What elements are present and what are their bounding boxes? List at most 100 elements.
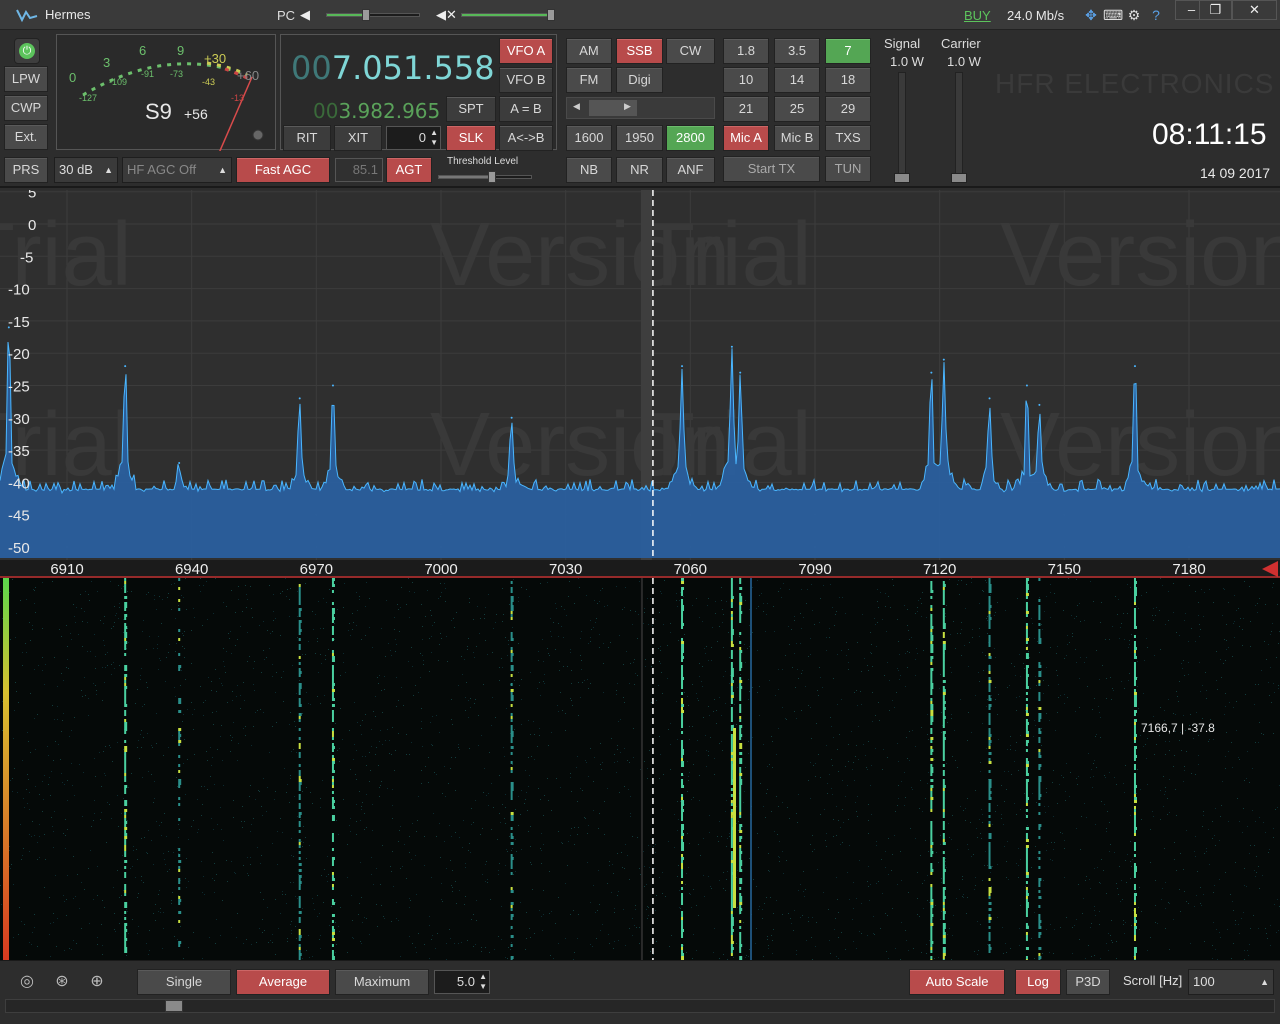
panadapter-icon[interactable]: ◎ bbox=[16, 971, 38, 993]
log-button[interactable]: Log bbox=[1015, 969, 1061, 995]
s-meter-db-reading: +56 bbox=[184, 106, 208, 122]
scrollbar-thumb[interactable] bbox=[165, 1000, 183, 1012]
band-7-button[interactable]: 7 bbox=[825, 38, 871, 64]
signal-power-slider[interactable] bbox=[894, 72, 910, 183]
spectrum-display[interactable]: TrialVersionTrialVersionTrialVersionTria… bbox=[0, 190, 1280, 560]
power-button[interactable]: ⏻ bbox=[14, 38, 40, 64]
agc-value-field[interactable]: 85.1 bbox=[335, 158, 383, 182]
anf-button[interactable]: ANF bbox=[666, 157, 715, 183]
attenuator-select[interactable]: 30 dB ▲ bbox=[54, 157, 118, 183]
bw-1600-button[interactable]: 1600 bbox=[566, 125, 612, 151]
y-tick-label: -50 bbox=[8, 540, 30, 557]
nr-button[interactable]: NR bbox=[616, 157, 663, 183]
pc-slider[interactable] bbox=[326, 9, 420, 21]
trial-watermark-text: Trial bbox=[640, 205, 812, 305]
hermes-app-window: Hermes PC ◀ ◀✕ BUY 24.0 Mb/s ✥ ⌨ ⚙ ? – ❐… bbox=[0, 0, 1280, 1024]
mic-a-button[interactable]: Mic A bbox=[723, 125, 769, 151]
scroll-right-icon[interactable]: ▶ bbox=[624, 101, 631, 112]
vfo-b-button[interactable]: VFO B bbox=[499, 67, 553, 93]
prs-button[interactable]: PRS bbox=[4, 157, 48, 183]
y-tick-label: -15 bbox=[8, 314, 30, 331]
film-reel-icon[interactable]: ⊕ bbox=[86, 971, 108, 993]
single-button[interactable]: Single bbox=[137, 969, 231, 995]
help-icon[interactable]: ? bbox=[1147, 6, 1165, 24]
brand-watermark: HFR ELECTRONICS bbox=[995, 68, 1275, 99]
volume-slider[interactable] bbox=[461, 9, 555, 21]
rit-offset-spinbox[interactable]: 0 ▲ ▼ bbox=[386, 126, 441, 150]
maximum-button[interactable]: Maximum bbox=[335, 969, 429, 995]
y-tick-label: -30 bbox=[8, 411, 30, 428]
average-button[interactable]: Average bbox=[236, 969, 330, 995]
spectrum-peak-10 bbox=[942, 358, 945, 361]
attenuator-value: 30 dB bbox=[59, 162, 93, 177]
average-value-spinbox[interactable]: 5.0 ▲ ▼ bbox=[434, 970, 490, 994]
x-tick-label: 6940 bbox=[175, 561, 208, 578]
a-equals-b-button[interactable]: A = B bbox=[499, 96, 553, 122]
txs-button[interactable]: TXS bbox=[825, 125, 871, 151]
lpw-button[interactable]: LPW bbox=[4, 66, 48, 92]
mode-fm-button[interactable]: FM bbox=[566, 67, 612, 93]
agc-mode-select[interactable]: HF AGC Off ▲ bbox=[122, 157, 232, 183]
spectrum-peak-12 bbox=[1025, 384, 1028, 387]
fullscreen-icon[interactable]: ✥ bbox=[1082, 6, 1100, 24]
buy-link[interactable]: BUY bbox=[964, 8, 991, 23]
mode-ssb-button[interactable]: SSB bbox=[616, 38, 663, 64]
speaker-icon[interactable]: ◀ bbox=[300, 8, 316, 22]
clock-date: 14 09 2017 bbox=[1200, 165, 1271, 181]
rit-button[interactable]: RIT bbox=[283, 125, 331, 151]
band-25-button[interactable]: 25 bbox=[774, 96, 820, 122]
close-button[interactable]: ✕ bbox=[1232, 0, 1277, 20]
slk-button[interactable]: SLK bbox=[446, 125, 496, 151]
rit-offset-value: 0 bbox=[418, 130, 426, 145]
vfo-a-button[interactable]: VFO A bbox=[499, 38, 553, 64]
bw-2800-button[interactable]: 2800 bbox=[666, 125, 715, 151]
band-21-button[interactable]: 21 bbox=[723, 96, 769, 122]
threshold-slider[interactable] bbox=[438, 171, 532, 183]
xit-button[interactable]: XIT bbox=[334, 125, 382, 151]
cwp-button[interactable]: CWP bbox=[4, 95, 48, 121]
vfo-a-frequency[interactable]: 007.051.558 bbox=[291, 49, 495, 87]
tun-button[interactable]: TUN bbox=[825, 156, 871, 182]
band-29-button[interactable]: 29 bbox=[825, 96, 871, 122]
horizontal-scrollbar[interactable] bbox=[5, 999, 1275, 1013]
band-1-8-button[interactable]: 1.8 bbox=[723, 38, 769, 64]
mute-speaker-icon[interactable]: ◀✕ bbox=[436, 8, 457, 22]
filter-shift-scroller[interactable]: ◀ ▶ bbox=[566, 97, 715, 119]
s-meter: 0 3 6 9 +30 +60 -127 -109 -91 -73 -43 -1… bbox=[56, 34, 276, 151]
app-title: Hermes bbox=[45, 7, 91, 22]
vfo-b-frequency[interactable]: 003.982.965 bbox=[313, 99, 440, 123]
antenna-icon[interactable]: ⊛ bbox=[51, 971, 73, 993]
x-tick-label: 7180 bbox=[1172, 561, 1205, 578]
scroll-hz-select[interactable]: 100 ▲ bbox=[1188, 969, 1274, 995]
app-logo-icon bbox=[16, 9, 38, 23]
fast-agc-button[interactable]: Fast AGC bbox=[236, 157, 330, 183]
mic-b-button[interactable]: Mic B bbox=[774, 125, 820, 151]
spt-button[interactable]: SPT bbox=[446, 96, 496, 122]
mode-digi-button[interactable]: Digi bbox=[616, 67, 663, 93]
waterfall-chart bbox=[0, 578, 1280, 960]
band-3-5-button[interactable]: 3.5 bbox=[774, 38, 820, 64]
bw-1950-button[interactable]: 1950 bbox=[616, 125, 663, 151]
auto-scale-button[interactable]: Auto Scale bbox=[909, 969, 1005, 995]
settings-gear-icon[interactable]: ⚙ bbox=[1125, 6, 1143, 24]
nb-button[interactable]: NB bbox=[566, 157, 612, 183]
agt-button[interactable]: AGT bbox=[386, 157, 432, 183]
meter-scale-6: 6 bbox=[139, 43, 146, 58]
start-tx-button[interactable]: Start TX bbox=[723, 156, 820, 182]
a-swap-b-button[interactable]: A<->B bbox=[499, 125, 553, 151]
band-10-button[interactable]: 10 bbox=[723, 67, 769, 93]
spectrum-peak-5 bbox=[510, 416, 513, 419]
carrier-power-slider[interactable] bbox=[951, 72, 967, 183]
keyboard-icon[interactable]: ⌨ bbox=[1103, 6, 1123, 24]
band-18-button[interactable]: 18 bbox=[825, 67, 871, 93]
waterfall-display[interactable]: 7166,7 | -37.8 bbox=[0, 578, 1280, 960]
scroll-left-icon[interactable]: ◀ bbox=[573, 101, 580, 112]
ext-button[interactable]: Ext. bbox=[4, 124, 48, 150]
band-14-button[interactable]: 14 bbox=[774, 67, 820, 93]
p3d-button[interactable]: P3D bbox=[1066, 969, 1110, 995]
mode-am-button[interactable]: AM bbox=[566, 38, 612, 64]
mode-cw-button[interactable]: CW bbox=[666, 38, 715, 64]
maximize-button[interactable]: ❐ bbox=[1199, 0, 1232, 20]
x-tick-label: 7090 bbox=[798, 561, 831, 578]
meter-sub-73: -73 bbox=[170, 69, 183, 79]
